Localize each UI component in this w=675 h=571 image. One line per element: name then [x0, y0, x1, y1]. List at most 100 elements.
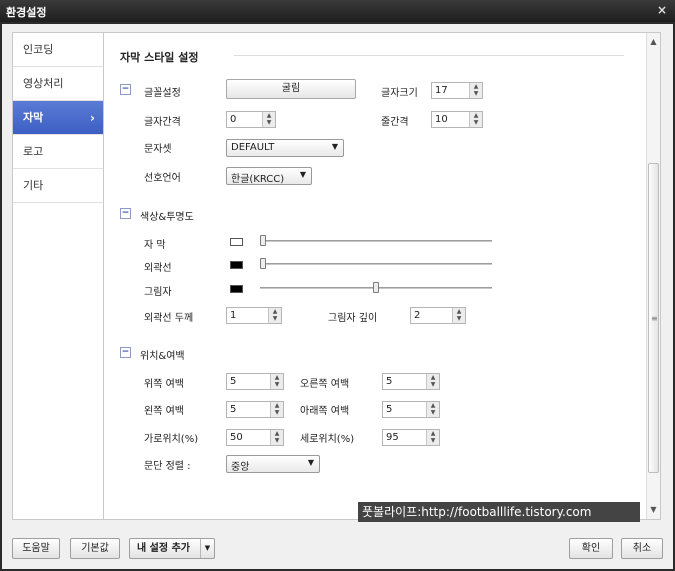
sidebar: 인코딩 영상처리 자막 › 로고 기타 — [12, 32, 104, 520]
chevron-down-icon[interactable]: ▼ — [200, 539, 214, 558]
sidebar-item-label: 인코딩 — [23, 43, 54, 56]
shadow-color-swatch[interactable] — [230, 285, 243, 293]
position-section-title: 위치&여백 — [140, 351, 185, 362]
scroll-thumb[interactable]: ≡ — [648, 163, 659, 473]
chevron-down-icon[interactable]: ▼ — [427, 381, 439, 388]
top-margin-stepper[interactable]: 5 ▲ ▼ — [226, 373, 284, 390]
shadow-opacity-slider[interactable] — [373, 282, 379, 293]
font-size-stepper[interactable]: 17 ▲ ▼ — [431, 82, 483, 99]
line-spacing-stepper[interactable]: 10 ▲ ▼ — [431, 111, 483, 128]
sidebar-item-label: 영상처리 — [23, 77, 64, 90]
sidebar-item-video[interactable]: 영상처리 — [13, 67, 103, 101]
font-size-value: 17 — [435, 85, 448, 96]
align-label: 문단 정렬 : — [144, 461, 191, 472]
charset-dropdown[interactable]: DEFAULT ▼ — [226, 139, 344, 157]
scroll-up-icon[interactable]: ▲ — [647, 35, 660, 49]
chevron-down-icon[interactable]: ▼ — [263, 119, 275, 126]
charset-value: DEFAULT — [231, 142, 275, 153]
stepper-arrows[interactable]: ▲ ▼ — [469, 112, 482, 127]
sidebar-item-etc[interactable]: 기타 — [13, 169, 103, 203]
chevron-up-icon[interactable]: ▲ — [470, 112, 482, 119]
bottom-margin-label: 아래쪽 여백 — [300, 406, 350, 417]
chevron-up-icon[interactable]: ▲ — [271, 402, 283, 409]
sidebar-item-logo[interactable]: 로고 — [13, 135, 103, 169]
sidebar-item-label: 자막 — [23, 111, 44, 124]
chevron-up-icon[interactable]: ▲ — [427, 430, 439, 437]
collapse-font-section[interactable]: − — [120, 84, 131, 95]
collapse-position-section[interactable]: − — [120, 347, 131, 358]
right-margin-stepper[interactable]: 5 ▲ ▼ — [382, 373, 440, 390]
default-button[interactable]: 기본값 — [70, 538, 120, 559]
stepper-arrows[interactable]: ▲ ▼ — [262, 112, 275, 127]
outline-thickness-stepper[interactable]: 1 ▲ ▼ — [226, 307, 282, 324]
shadow-depth-value: 2 — [414, 310, 421, 321]
left-margin-label: 왼쪽 여백 — [144, 406, 184, 417]
right-margin-label: 오른쪽 여백 — [300, 379, 350, 390]
font-size-label: 글자크기 — [381, 88, 418, 99]
stepper-arrows[interactable]: ▲ ▼ — [469, 83, 482, 98]
chevron-down-icon[interactable]: ▼ — [269, 315, 281, 322]
shadow-depth-stepper[interactable]: 2 ▲ ▼ — [410, 307, 466, 324]
stepper-arrows[interactable]: ▲ ▼ — [268, 308, 281, 323]
subtitle-opacity-slider[interactable] — [260, 235, 266, 246]
sidebar-item-subtitle[interactable]: 자막 › — [13, 101, 103, 135]
chevron-down-icon[interactable]: ▼ — [427, 409, 439, 416]
subtitle-color-label: 자 막 — [144, 240, 166, 251]
outline-color-swatch[interactable] — [230, 261, 243, 269]
bottom-margin-stepper[interactable]: 5 ▲ ▼ — [382, 401, 440, 418]
chevron-down-icon[interactable]: ▼ — [271, 409, 283, 416]
collapse-color-section[interactable]: − — [120, 208, 131, 219]
shadow-color-label: 그림자 — [144, 287, 172, 298]
chevron-down-icon[interactable]: ▼ — [470, 90, 482, 97]
hpos-stepper[interactable]: 50 ▲ ▼ — [226, 429, 284, 446]
ok-button[interactable]: 확인 — [569, 538, 613, 559]
stepper-arrows[interactable]: ▲ ▼ — [426, 374, 439, 389]
color-section-title: 색상&투명도 — [140, 212, 194, 223]
vertical-scrollbar[interactable]: ▲ ≡ ▼ — [646, 33, 660, 519]
subtitle-color-swatch[interactable] — [230, 238, 243, 246]
title-bar: 환경설정 × — [0, 0, 675, 22]
stepper-arrows[interactable]: ▲ ▼ — [270, 374, 283, 389]
bottom-margin-value: 5 — [386, 404, 393, 415]
chevron-up-icon[interactable]: ▲ — [470, 83, 482, 90]
help-button[interactable]: 도움말 — [12, 538, 60, 559]
chevron-down-icon[interactable]: ▼ — [427, 437, 439, 444]
language-dropdown[interactable]: 한글(KRCC) ▼ — [226, 167, 312, 185]
chevron-down-icon[interactable]: ▼ — [453, 315, 465, 322]
subtitle-opacity-track[interactable] — [260, 240, 492, 242]
grip-icon: ≡ — [651, 314, 658, 323]
stepper-arrows[interactable]: ▲ ▼ — [452, 308, 465, 323]
hpos-value: 50 — [230, 432, 243, 443]
stepper-arrows[interactable]: ▲ ▼ — [426, 402, 439, 417]
font-select-button[interactable]: 굴림 — [226, 79, 356, 99]
chevron-down-icon[interactable]: ▼ — [470, 119, 482, 126]
stepper-arrows[interactable]: ▲ ▼ — [270, 402, 283, 417]
letter-spacing-label: 글자간격 — [144, 117, 181, 128]
vpos-stepper[interactable]: 95 ▲ ▼ — [382, 429, 440, 446]
letter-spacing-value: 0 — [230, 114, 237, 125]
stepper-arrows[interactable]: ▲ ▼ — [426, 430, 439, 445]
sidebar-item-label: 기타 — [23, 179, 44, 192]
chevron-up-icon[interactable]: ▲ — [269, 308, 281, 315]
stepper-arrows[interactable]: ▲ ▼ — [270, 430, 283, 445]
letter-spacing-stepper[interactable]: 0 ▲ ▼ — [226, 111, 276, 128]
window-title: 환경설정 — [6, 6, 47, 19]
cancel-button[interactable]: 취소 — [621, 538, 663, 559]
outline-opacity-track[interactable] — [260, 263, 492, 265]
chevron-up-icon[interactable]: ▲ — [427, 402, 439, 409]
scroll-down-icon[interactable]: ▼ — [647, 503, 660, 517]
chevron-down-icon[interactable]: ▼ — [271, 437, 283, 444]
left-margin-stepper[interactable]: 5 ▲ ▼ — [226, 401, 284, 418]
chevron-up-icon[interactable]: ▲ — [263, 112, 275, 119]
chevron-up-icon[interactable]: ▲ — [427, 374, 439, 381]
close-icon[interactable]: × — [657, 3, 667, 17]
outline-opacity-slider[interactable] — [260, 258, 266, 269]
align-dropdown[interactable]: 중앙 ▼ — [226, 455, 320, 473]
add-my-setting-button[interactable]: 내 설정 추가 ▼ — [129, 538, 215, 559]
chevron-up-icon[interactable]: ▲ — [453, 308, 465, 315]
outline-color-label: 외곽선 — [144, 263, 172, 274]
sidebar-item-encoding[interactable]: 인코딩 — [13, 33, 103, 67]
chevron-up-icon[interactable]: ▲ — [271, 374, 283, 381]
chevron-down-icon[interactable]: ▼ — [271, 381, 283, 388]
chevron-up-icon[interactable]: ▲ — [271, 430, 283, 437]
